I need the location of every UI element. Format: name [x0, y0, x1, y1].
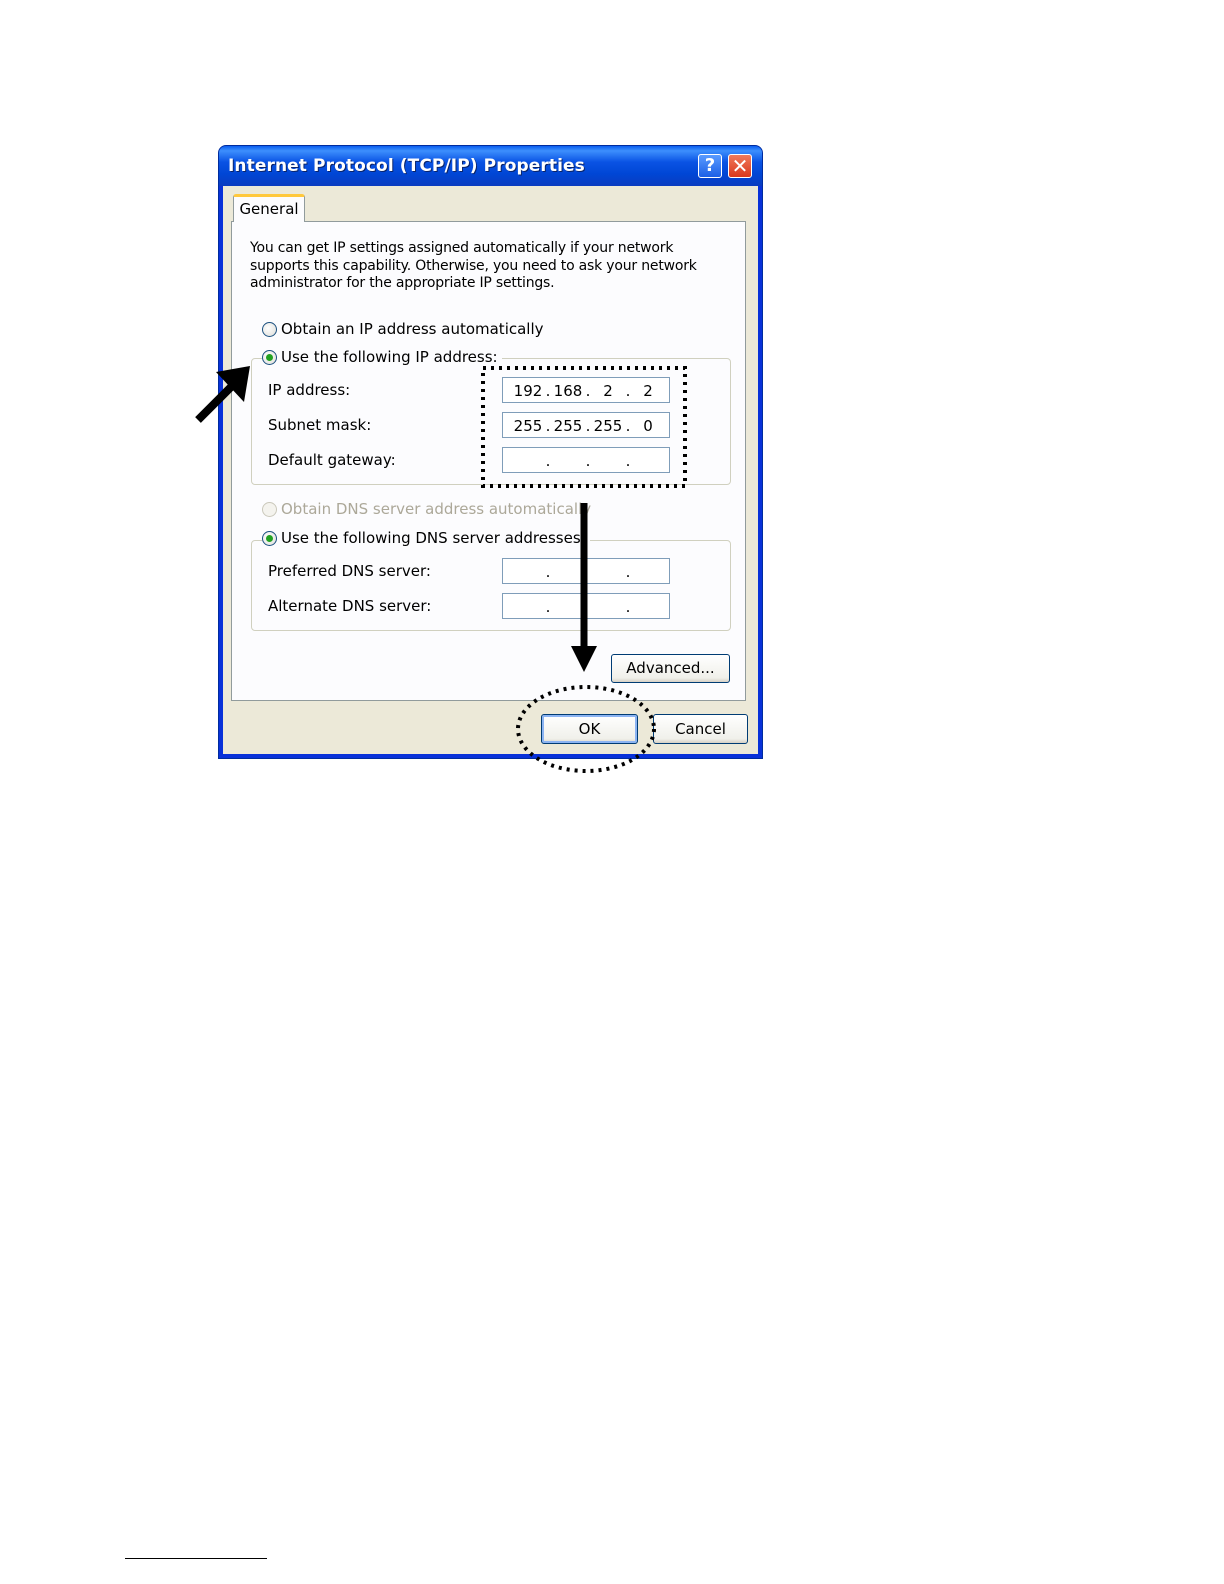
radio-button-checked-icon	[262, 530, 277, 546]
radio-label: Obtain an IP address automatically	[281, 320, 544, 338]
ip-address-input[interactable]: 192 . 168 . 2 . 2	[502, 377, 670, 403]
octet: 192	[513, 382, 543, 400]
octet: 2	[603, 382, 613, 400]
tab-general[interactable]: General	[233, 194, 305, 222]
octet-separator: .	[625, 563, 631, 581]
general-tab-panel: You can get IP settings assigned automat…	[231, 221, 746, 701]
octet-separator: .	[625, 452, 631, 470]
close-button[interactable]: ✕	[728, 154, 752, 178]
octet-separator: .	[545, 452, 551, 470]
radio-use-following-dns[interactable]: Use the following DNS server addresses:	[262, 529, 590, 547]
octet: 255	[593, 417, 623, 435]
radio-label: Obtain DNS server address automatically	[281, 500, 592, 518]
footnote-rule	[125, 1558, 267, 1559]
help-icon: ?	[704, 155, 716, 176]
help-button[interactable]: ?	[698, 154, 722, 178]
octet: 2	[643, 382, 653, 400]
octet: 0	[643, 417, 653, 435]
default-gateway-label: Default gateway:	[268, 451, 396, 469]
cancel-button[interactable]: Cancel	[653, 714, 748, 744]
radio-use-following-ip[interactable]: Use the following IP address:	[262, 348, 502, 366]
radio-button-checked-icon	[262, 349, 277, 365]
default-gateway-input[interactable]: . . .	[502, 447, 670, 473]
octet: 255	[553, 417, 583, 435]
octet: 168	[553, 382, 583, 400]
octet: 255	[513, 417, 543, 435]
radio-obtain-ip-auto[interactable]: Obtain an IP address automatically	[262, 320, 548, 338]
close-icon: ✕	[731, 154, 749, 178]
radio-obtain-dns-auto: Obtain DNS server address automatically	[262, 500, 596, 518]
ok-button[interactable]: OK	[541, 714, 638, 744]
octet-separator: .	[545, 563, 551, 581]
preferred-dns-label: Preferred DNS server:	[268, 562, 431, 580]
alternate-dns-input[interactable]: . .	[502, 593, 670, 619]
tcpip-properties-dialog: Internet Protocol (TCP/IP) Properties ? …	[219, 146, 762, 758]
preferred-dns-input[interactable]: . .	[502, 558, 670, 584]
octet-separator: .	[625, 598, 631, 616]
radio-button-disabled-icon	[262, 501, 277, 517]
radio-label: Use the following IP address:	[281, 348, 498, 366]
description-text: You can get IP settings assigned automat…	[250, 240, 697, 291]
window-title: Internet Protocol (TCP/IP) Properties	[228, 156, 585, 176]
radio-label: Use the following DNS server addresses:	[281, 529, 586, 547]
radio-button-icon	[262, 321, 277, 337]
subnet-mask-input[interactable]: 255 . 255 . 255 . 0	[502, 412, 670, 438]
octet-separator: .	[545, 598, 551, 616]
alternate-dns-label: Alternate DNS server:	[268, 597, 432, 615]
dialog-client-area: General You can get IP settings assigned…	[223, 186, 758, 754]
subnet-mask-label: Subnet mask:	[268, 416, 372, 434]
ip-address-label: IP address:	[268, 381, 351, 399]
octet-separator: .	[585, 452, 591, 470]
advanced-button[interactable]: Advanced...	[611, 654, 730, 683]
title-bar[interactable]: Internet Protocol (TCP/IP) Properties ? …	[219, 146, 762, 186]
